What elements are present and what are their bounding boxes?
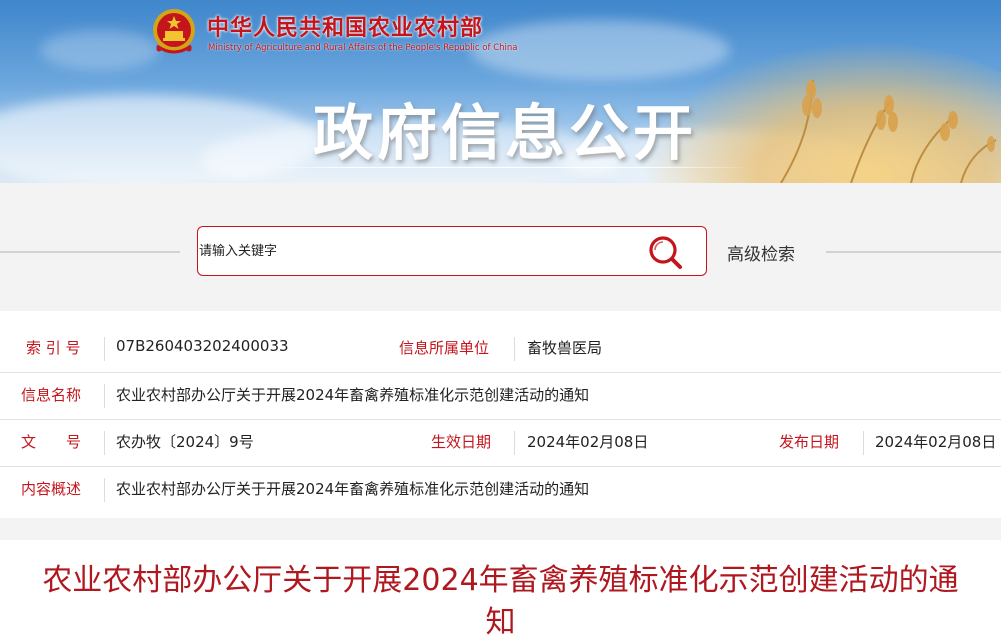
divider	[826, 251, 1001, 253]
name-label: 信息名称	[21, 386, 82, 404]
unit-value: 畜牧兽医局	[527, 339, 603, 357]
effective-date-value: 2024年02月08日	[527, 433, 649, 451]
index-label: 索 引 号	[26, 339, 81, 357]
divider	[104, 431, 105, 455]
page-title: 政府信息公开	[313, 99, 697, 169]
search-section: 高级检索	[0, 183, 1001, 311]
ministry-name-en: Ministry of Agriculture and Rural Affair…	[208, 43, 518, 53]
divider	[0, 251, 180, 253]
search-box	[197, 226, 707, 276]
section-divider	[0, 518, 1001, 540]
divider	[104, 384, 105, 408]
article-title: 农业农村部办公厅关于开展2024年畜禽养殖标准化示范创建活动的通知	[42, 563, 959, 640]
divider	[863, 431, 864, 455]
search-input[interactable]	[198, 227, 638, 275]
divider	[514, 337, 515, 361]
doc-number-value: 农办牧〔2024〕9号	[116, 433, 254, 451]
table-row: 内容概述 农业农村部办公厅关于开展2024年畜禽养殖标准化示范创建活动的通知	[0, 467, 1001, 513]
divider	[514, 431, 515, 455]
summary-value: 农业农村部办公厅关于开展2024年畜禽养殖标准化示范创建活动的通知	[116, 480, 590, 498]
doc-number-label: 文 号	[21, 433, 82, 451]
divider	[104, 478, 105, 502]
table-row: 索 引 号 07B260403202400033 信息所属单位 畜牧兽医局	[0, 326, 1001, 373]
cloud-decoration	[40, 30, 160, 70]
publish-date-label: 发布日期	[779, 433, 840, 451]
national-emblem-icon	[153, 9, 195, 54]
table-row: 信息名称 农业农村部办公厅关于开展2024年畜禽养殖标准化示范创建活动的通知	[0, 373, 1001, 420]
ministry-name-cn: 中华人民共和国农业农村部	[207, 16, 484, 41]
name-value: 农业农村部办公厅关于开展2024年畜禽养殖标准化示范创建活动的通知	[116, 386, 590, 404]
publish-date-value: 2024年02月08日	[875, 433, 997, 451]
summary-label: 内容概述	[21, 480, 82, 498]
title-underline	[253, 167, 751, 168]
effective-date-label: 生效日期	[431, 433, 492, 451]
wheat-icon	[780, 79, 997, 183]
divider	[104, 337, 105, 361]
advanced-search-link[interactable]: 高级检索	[727, 240, 795, 265]
table-row: 文 号 农办牧〔2024〕9号 生效日期 2024年02月08日 发布日期 20…	[0, 420, 1001, 467]
unit-label: 信息所属单位	[399, 339, 490, 357]
header-banner: 中华人民共和国农业农村部 Ministry of Agriculture and…	[0, 0, 1001, 183]
search-icon[interactable]	[644, 233, 688, 271]
index-value: 07B260403202400033	[116, 337, 289, 355]
info-table: 索 引 号 07B260403202400033 信息所属单位 畜牧兽医局 信息…	[0, 326, 1001, 516]
